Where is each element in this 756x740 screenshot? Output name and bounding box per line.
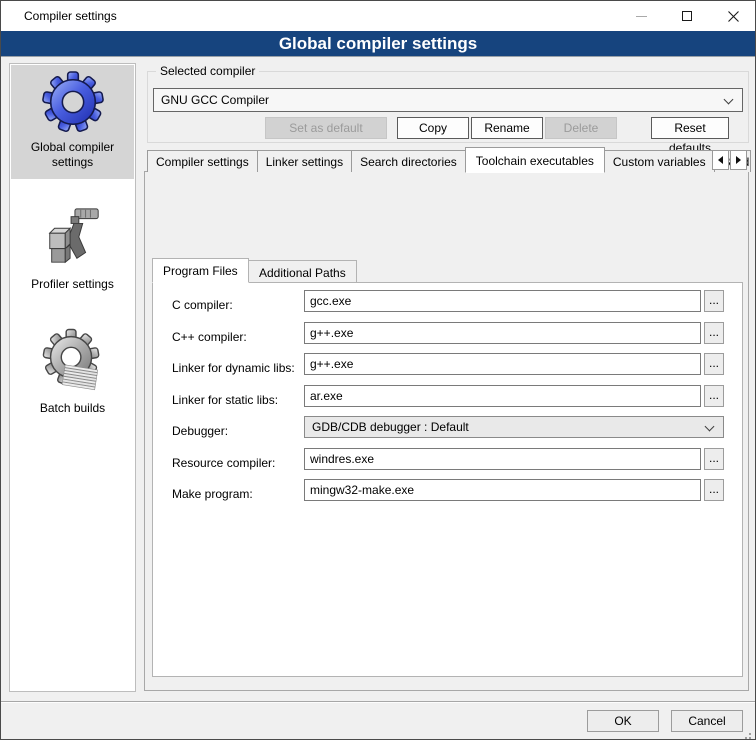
chevron-down-icon — [724, 95, 734, 105]
tab-custom-variables[interactable]: Custom variables — [604, 150, 715, 172]
tab-toolchain-executables[interactable]: Toolchain executables — [465, 147, 605, 173]
c-compiler-input[interactable] — [304, 290, 701, 312]
ok-button[interactable]: OK — [587, 710, 659, 732]
copy-button[interactable]: Copy — [397, 117, 469, 139]
close-icon — [728, 11, 739, 22]
minimize-button[interactable] — [618, 1, 664, 31]
sidebar-item-label: Profiler settings — [11, 277, 134, 292]
blue-gear-icon — [42, 71, 104, 133]
compiler-settings-dialog: Compiler settings Global compiler settin… — [0, 0, 756, 740]
static-linker-label: Linker for static libs: — [172, 389, 278, 411]
c-compiler-browse-button[interactable]: ... — [704, 290, 724, 312]
delete-button[interactable]: Delete — [545, 117, 617, 139]
arrow-right-icon — [736, 156, 741, 164]
resource-compiler-browse-button[interactable]: ... — [704, 448, 724, 470]
compiler-select-value: GNU GCC Compiler — [161, 93, 269, 107]
cpp-compiler-label: C++ compiler: — [172, 326, 247, 348]
close-button[interactable] — [710, 1, 756, 31]
dynamic-linker-label: Linker for dynamic libs: — [172, 357, 295, 379]
window-title: Compiler settings — [24, 1, 117, 31]
tab-search-directories[interactable]: Search directories — [351, 150, 466, 172]
c-compiler-label: C compiler: — [172, 294, 233, 316]
caliper-icon — [42, 204, 104, 270]
arrow-left-icon — [718, 156, 723, 164]
sidebar-item-label: Global compiler settings — [11, 140, 134, 170]
chevron-down-icon — [705, 422, 715, 432]
debugger-select-value: GDB/CDB debugger : Default — [312, 420, 469, 434]
page-title: Global compiler settings — [1, 31, 755, 57]
settings-category-sidebar: Global compiler settings Profi — [9, 63, 136, 692]
sidebar-item-profiler-settings[interactable]: Profiler settings — [11, 192, 134, 298]
compiler-select[interactable]: GNU GCC Compiler — [153, 88, 743, 112]
maximize-button[interactable] — [664, 1, 710, 31]
sidebar-item-label: Batch builds — [11, 401, 134, 416]
cpp-compiler-input[interactable] — [304, 322, 701, 344]
reset-defaults-button[interactable]: Reset defaults — [651, 117, 729, 139]
selected-compiler-group-label: Selected compiler — [156, 64, 259, 79]
footer-separator-highlight — [1, 702, 756, 703]
tab-compiler-settings[interactable]: Compiler settings — [147, 150, 258, 172]
make-program-input[interactable] — [304, 479, 701, 501]
tab-linker-settings[interactable]: Linker settings — [257, 150, 352, 172]
settings-tabstrip: Compiler settings Linker settings Search… — [147, 148, 750, 172]
rename-button[interactable]: Rename — [471, 117, 543, 139]
static-linker-input[interactable] — [304, 385, 701, 407]
make-program-label: Make program: — [172, 483, 253, 505]
subtab-additional-paths[interactable]: Additional Paths — [248, 260, 357, 282]
minimize-icon — [636, 16, 647, 17]
dynamic-linker-browse-button[interactable]: ... — [704, 353, 724, 375]
tab-scroll-right-button[interactable] — [730, 150, 747, 170]
dynamic-linker-input[interactable] — [304, 353, 701, 375]
resource-compiler-label: Resource compiler: — [172, 452, 275, 474]
set-as-default-button[interactable]: Set as default — [265, 117, 387, 139]
make-program-browse-button[interactable]: ... — [704, 479, 724, 501]
debugger-label: Debugger: — [172, 420, 228, 442]
sidebar-item-batch-builds[interactable]: Batch builds — [11, 316, 134, 422]
sidebar-item-global-compiler-settings[interactable]: Global compiler settings — [11, 65, 134, 179]
title-bar: Compiler settings — [1, 1, 755, 31]
cpp-compiler-browse-button[interactable]: ... — [704, 322, 724, 344]
debugger-select[interactable]: GDB/CDB debugger : Default — [304, 416, 724, 438]
subtab-program-files[interactable]: Program Files — [152, 258, 249, 283]
cancel-button[interactable]: Cancel — [671, 710, 743, 732]
resource-compiler-input[interactable] — [304, 448, 701, 470]
gray-gear-stack-icon — [42, 328, 104, 394]
static-linker-browse-button[interactable]: ... — [704, 385, 724, 407]
program-files-page: C compiler: ... C++ compiler: ... Linker… — [152, 282, 743, 677]
tab-scroll-left-button[interactable] — [712, 150, 729, 170]
resize-grip[interactable] — [749, 733, 751, 735]
maximize-icon — [682, 11, 692, 21]
